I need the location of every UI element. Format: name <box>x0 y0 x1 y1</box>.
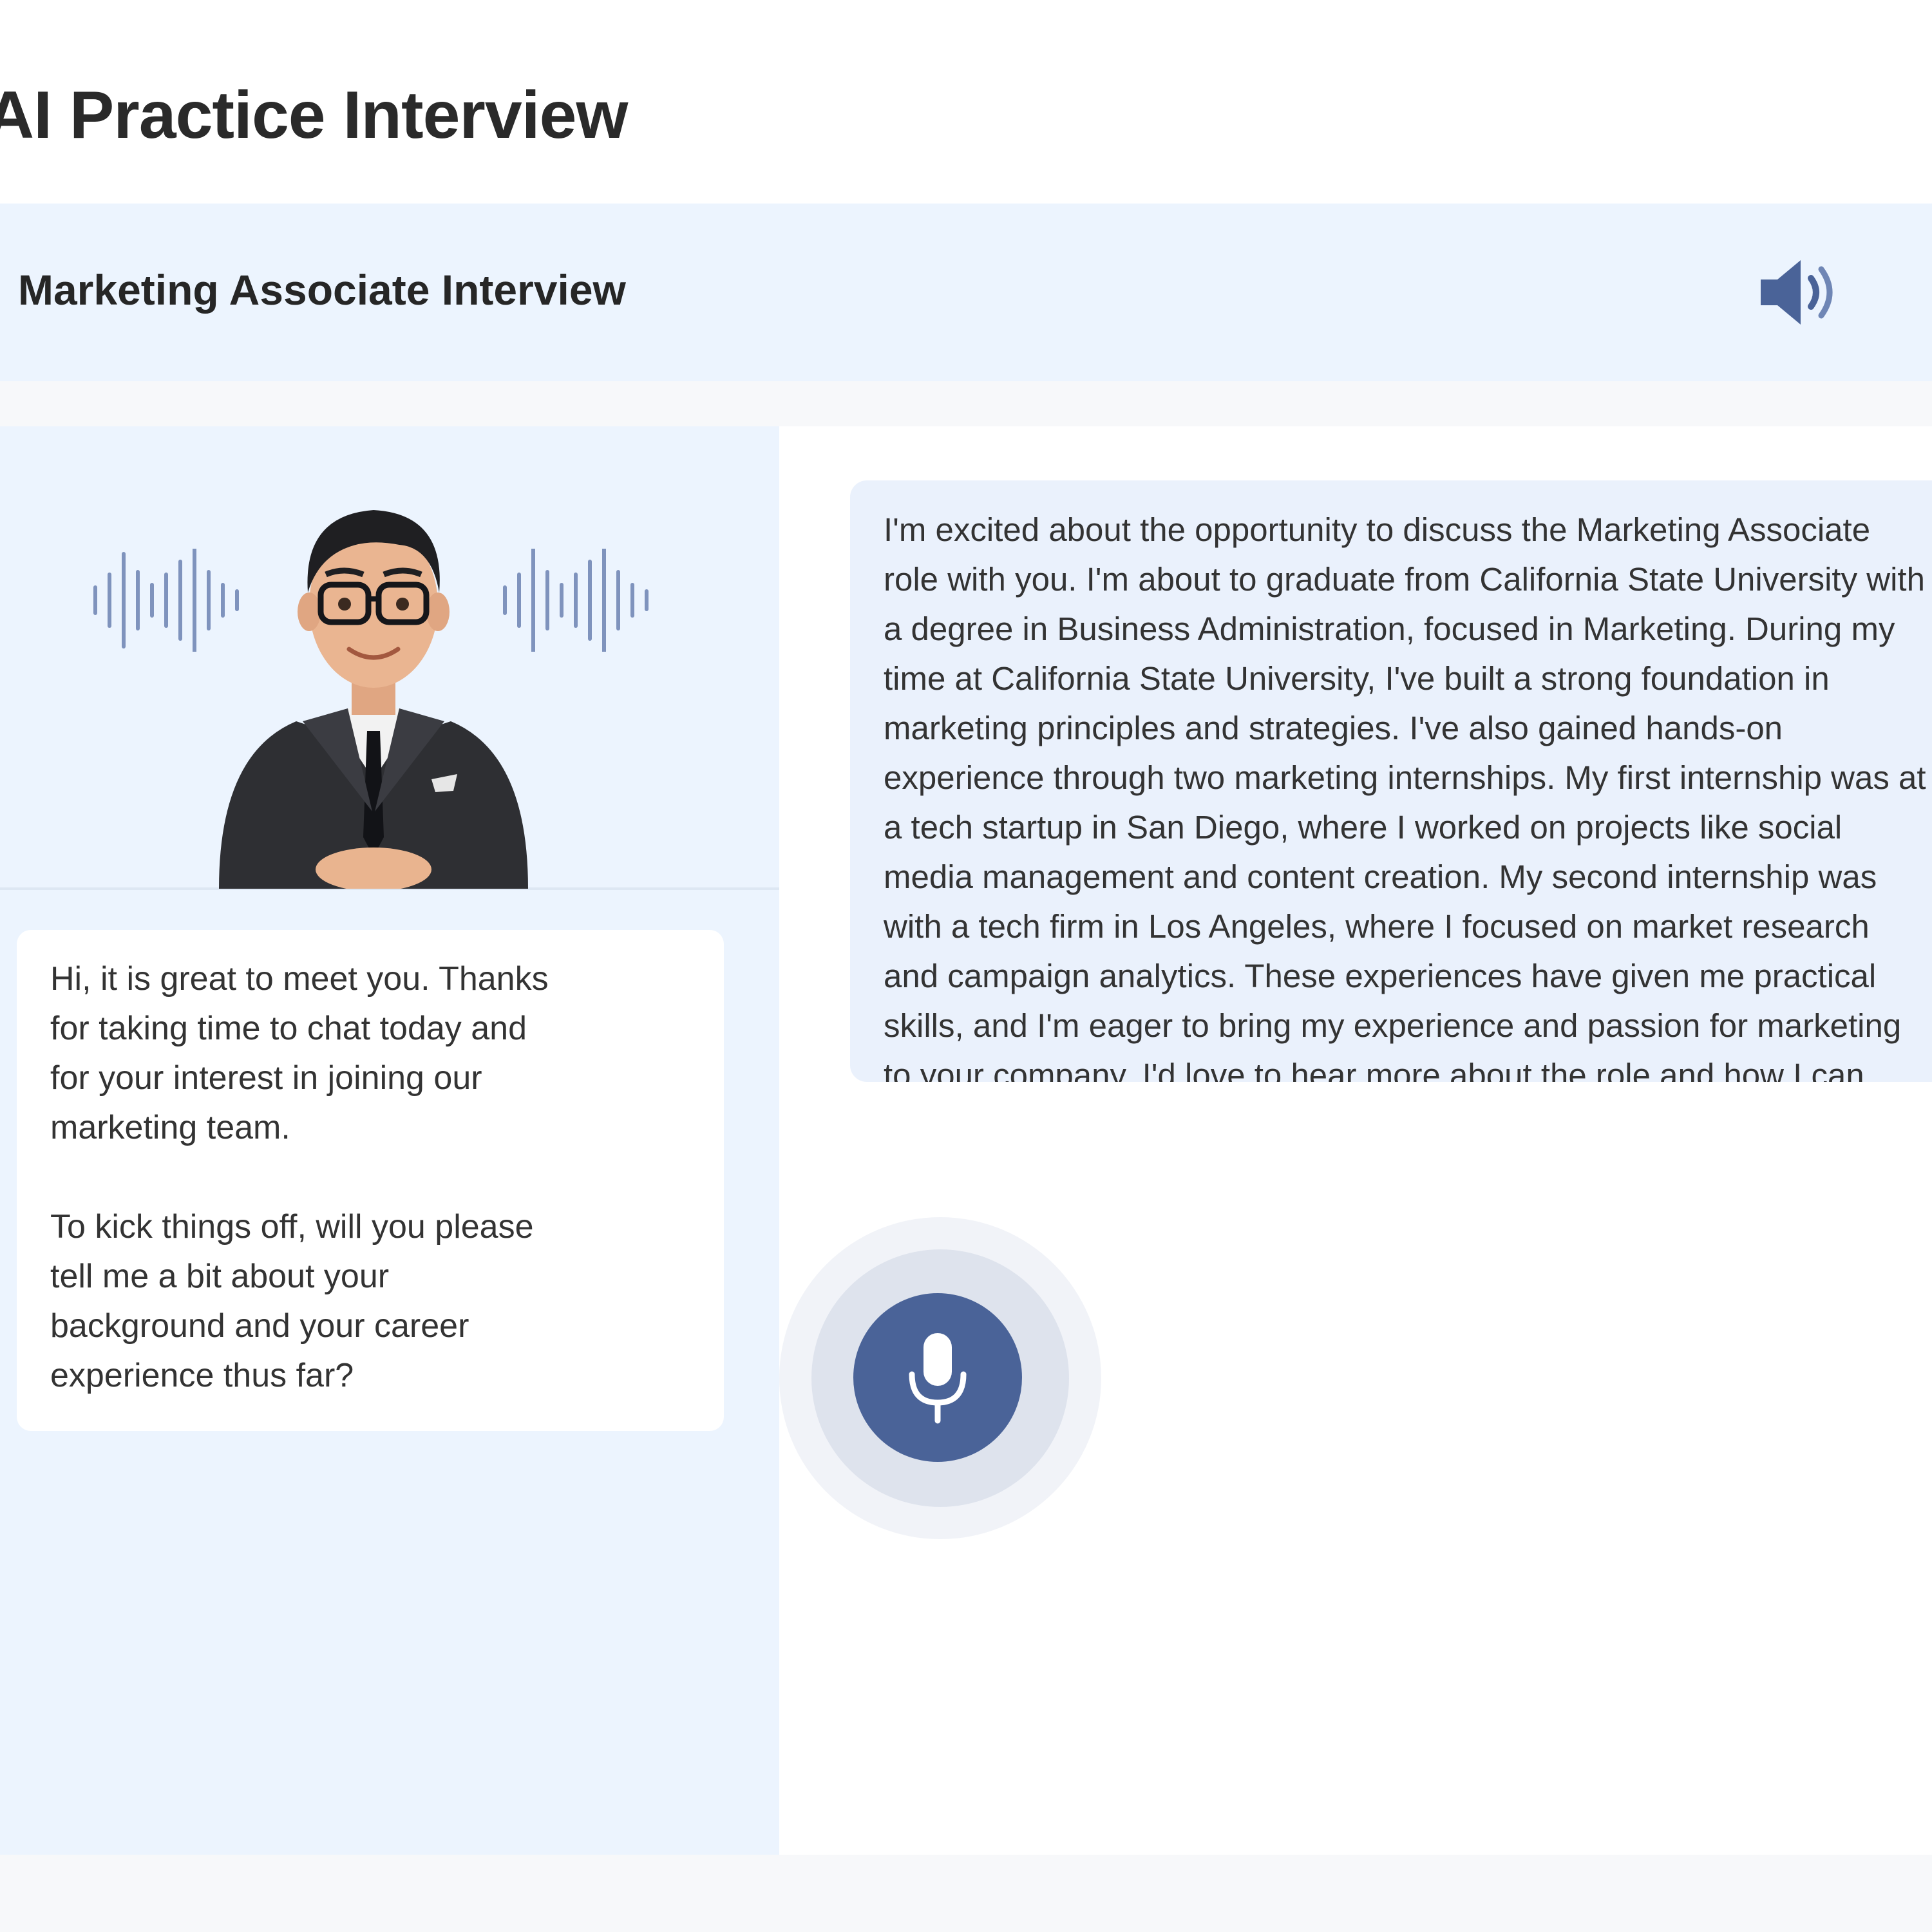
candidate-panel: I'm excited about the opportunity to dis… <box>779 426 1932 1855</box>
interviewer-message-paragraph: Hi, it is great to meet you. Thanks for … <box>50 960 549 1146</box>
candidate-answer-bubble: I'm excited about the opportunity to dis… <box>850 480 1932 1082</box>
interview-title: Marketing Associate Interview <box>18 266 626 314</box>
page-title: AI Practice Interview <box>0 78 628 153</box>
interviewer-message-card: Hi, it is great to meet you. Thanks for … <box>17 930 724 1431</box>
section-divider <box>0 381 1932 426</box>
candidate-answer-text: I'm excited about the opportunity to dis… <box>884 511 1926 1082</box>
speaker-button[interactable] <box>1758 255 1842 330</box>
interview-header: Marketing Associate Interview <box>0 204 1932 381</box>
avatar-area <box>0 426 779 890</box>
interviewer-panel: Hi, it is great to meet you. Thanks for … <box>0 426 779 1855</box>
interviewer-message-paragraph: To kick things off, will you please tell… <box>50 1208 534 1394</box>
microphone-icon <box>909 1333 967 1424</box>
footer-bar <box>0 1855 1932 1932</box>
speaker-volume-icon <box>1761 260 1833 325</box>
record-mic-button[interactable] <box>853 1293 1022 1462</box>
interviewer-avatar <box>219 510 528 889</box>
